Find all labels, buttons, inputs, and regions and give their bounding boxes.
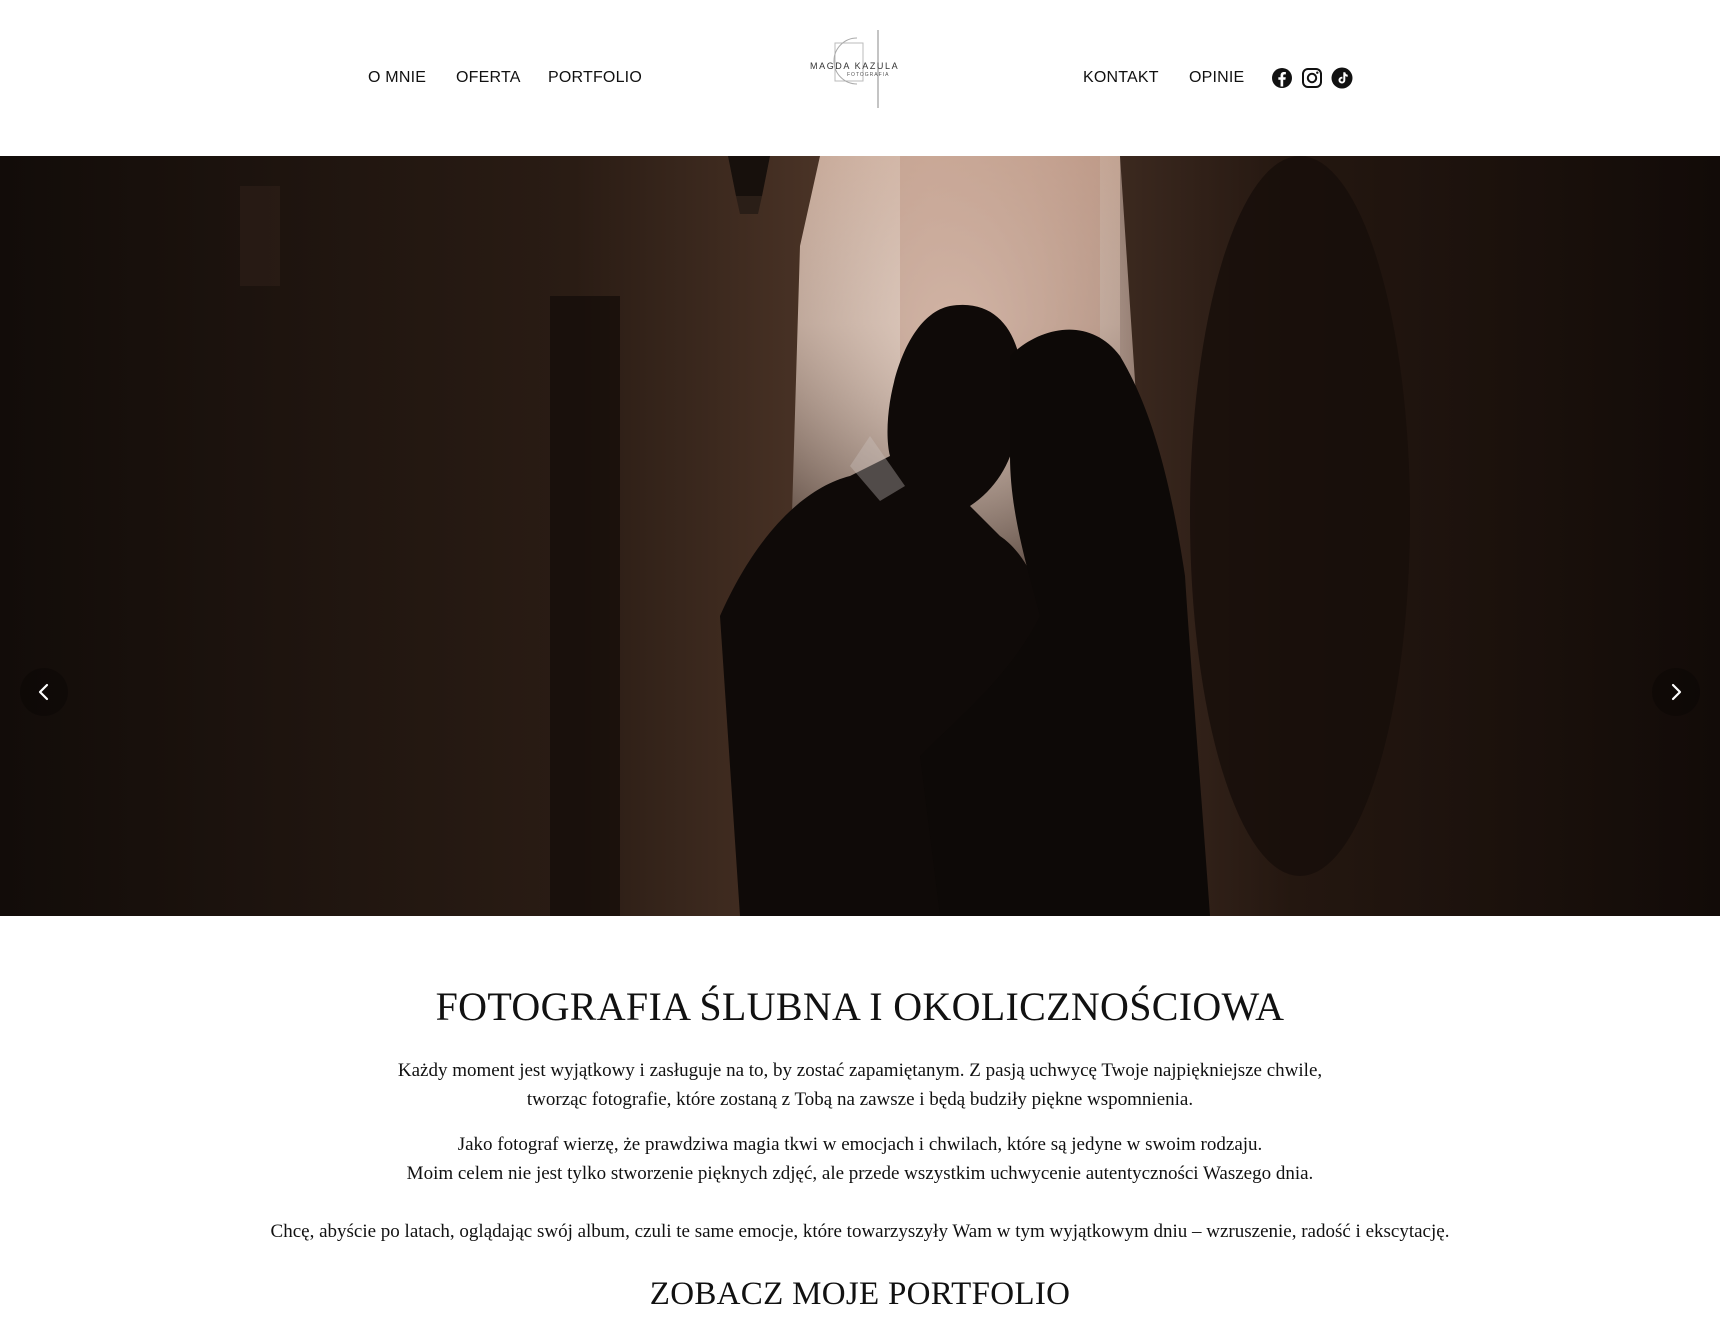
portfolio-heading: ZOBACZ MOJE PORTFOLIO — [649, 1276, 1071, 1312]
nav-kontakt[interactable]: KONTAKT — [1083, 68, 1159, 88]
site-header: O MNIE OFERTA PORTFOLIO MAGDA KAZULA FOT… — [0, 0, 1720, 156]
nav-portfolio[interactable]: PORTFOLIO — [548, 68, 642, 88]
nav-o-mnie[interactable]: O MNIE — [368, 68, 426, 88]
intro-paragraph-2-line-2: Moim celem nie jest tylko stworzenie pię… — [406, 1163, 1314, 1184]
nav-opinie[interactable]: OPINIE — [1189, 68, 1244, 88]
intro-paragraph-3: Chcę, abyście po latach, oglądając swój … — [270, 1221, 1450, 1242]
nav-oferta[interactable]: OFERTA — [456, 68, 521, 88]
tiktok-icon[interactable] — [1330, 66, 1354, 90]
hero-slider — [0, 156, 1720, 916]
intro-section: FOTOGRAFIA ŚLUBNA I OKOLICZNOŚCIOWA Każd… — [0, 916, 1720, 1328]
intro-paragraph-2-line-1: Jako fotograf wierzę, że prawdziwa magia… — [457, 1134, 1263, 1155]
logo-name: MAGDA KAZULA — [810, 61, 900, 71]
intro-paragraph-1-line-1: Każdy moment jest wyjątkowy i zasługuje … — [397, 1060, 1323, 1081]
hero-photo — [0, 156, 1720, 916]
instagram-icon[interactable] — [1300, 66, 1324, 90]
site-logo[interactable]: MAGDA KAZULA FOTOGRAFIA — [805, 26, 915, 110]
page-title: FOTOGRAFIA ŚLUBNA I OKOLICZNOŚCIOWA — [435, 984, 1285, 1029]
intro-paragraph-1-line-2: tworząc fotografie, które zostaną z Tobą… — [526, 1089, 1194, 1110]
slider-prev-button[interactable] — [20, 668, 68, 716]
logo-subtitle: FOTOGRAFIA — [847, 72, 890, 78]
chevron-left-icon — [38, 683, 49, 701]
facebook-icon[interactable] — [1270, 66, 1294, 90]
slider-next-button[interactable] — [1652, 668, 1700, 716]
chevron-right-icon — [1671, 683, 1682, 701]
